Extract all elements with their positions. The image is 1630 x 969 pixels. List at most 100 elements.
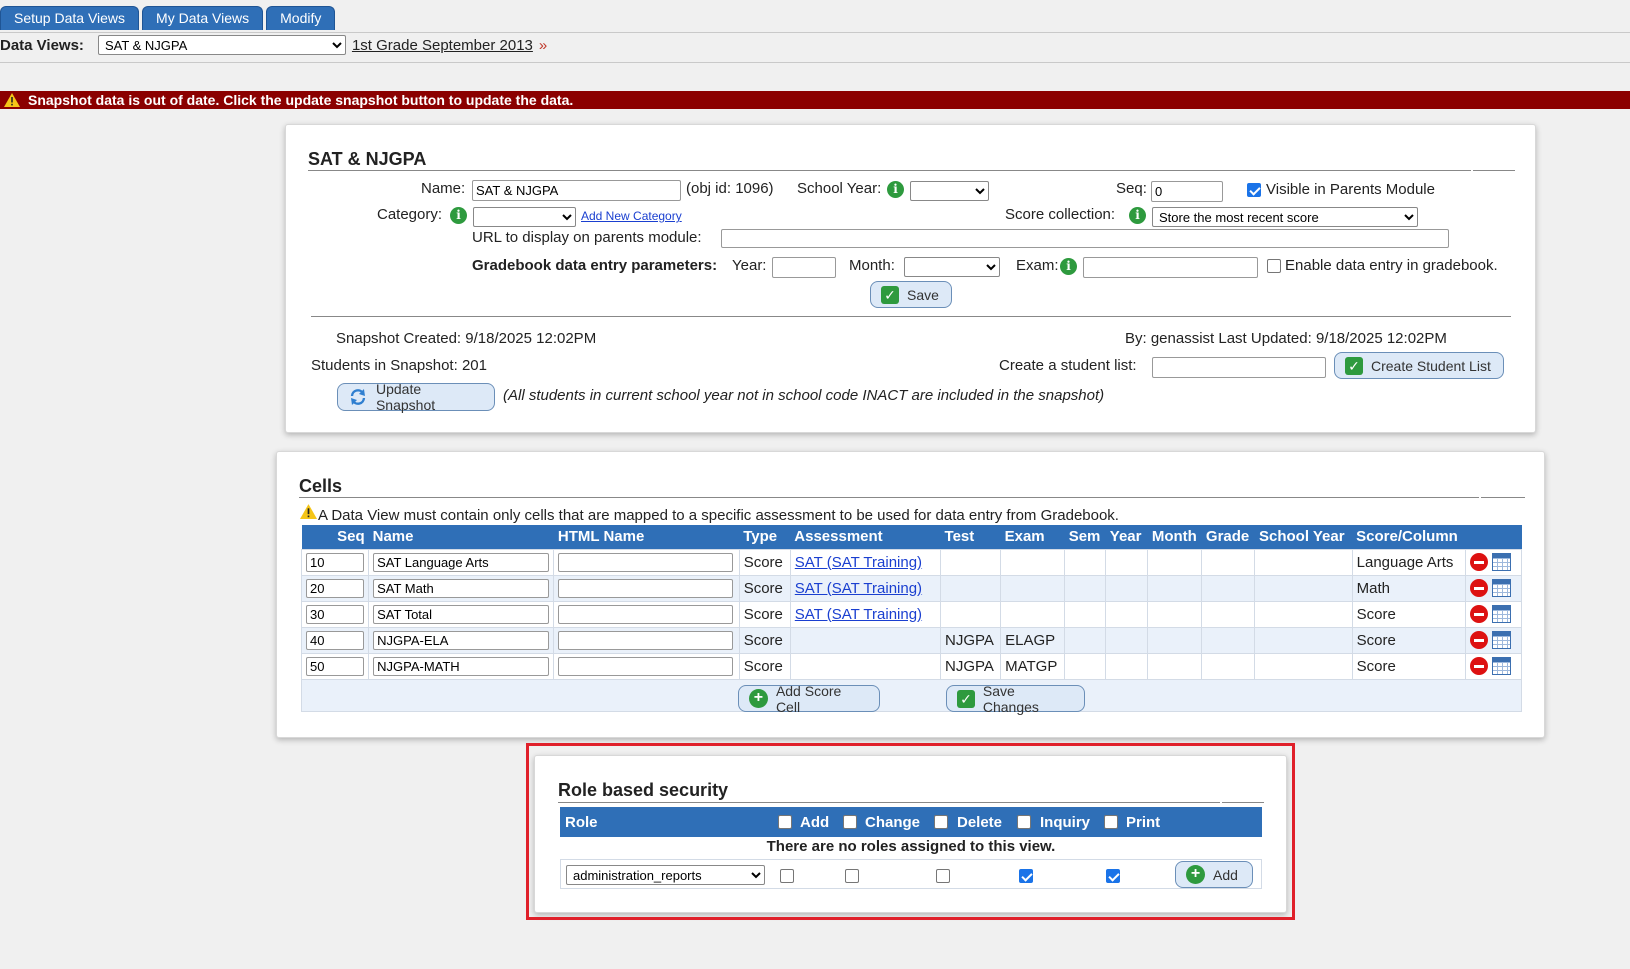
add-score-cell-button[interactable]: + Add Score Cell [738,683,880,715]
month-label: Month: [849,257,895,274]
col-sem: Sem [1064,525,1106,549]
table-header: Seq Name HTML Name Type Assessment Test … [301,525,1522,549]
save-changes-button[interactable]: ✓ Save Changes [946,683,1085,715]
calendar-icon[interactable] [1491,553,1511,572]
seq-label: Seq: [1116,180,1147,197]
table-footer-row [301,678,1522,712]
more-icon[interactable]: » [539,37,547,54]
name-field[interactable] [472,180,681,201]
col-school-year: School Year [1254,525,1353,549]
alert-text: Snapshot data is out of date. Click the … [28,92,574,108]
year-field[interactable] [772,257,836,278]
html-name-field[interactable] [558,604,734,624]
data-views-select[interactable]: SAT & NJGPA [97,35,346,55]
cells-warning: A Data View must contain only cells that… [318,507,1119,524]
tab-my-data-views[interactable]: My Data Views [142,6,264,30]
tab-modify[interactable]: Modify [266,6,336,30]
info-icon[interactable]: i [450,207,467,224]
divider [0,62,1630,63]
delete-icon[interactable] [1469,657,1488,676]
html-name-field[interactable] [558,578,734,598]
calendar-icon[interactable] [1491,605,1511,624]
calendar-icon[interactable] [1491,579,1511,598]
col-seq: Seq [301,525,369,549]
col-grade: Grade [1201,525,1255,549]
highlight-box [526,743,1295,920]
url-field[interactable] [721,229,1449,248]
seq-field[interactable] [306,656,364,676]
refresh-icon [350,389,366,405]
info-icon[interactable]: i [1060,258,1077,275]
enable-gradebook-label: Enable data entry in gradebook. [1285,257,1498,274]
score-column-cell: Score [1351,626,1466,654]
tab-setup-data-views[interactable]: Setup Data Views [0,6,140,30]
update-snapshot-button[interactable]: Update Snapshot [337,381,495,413]
cell-name-field[interactable] [373,656,550,676]
visible-parents-checkbox[interactable] [1247,181,1261,198]
delete-icon[interactable] [1469,605,1488,624]
calendar-icon[interactable] [1491,631,1511,650]
assessment-link[interactable]: SAT (SAT Training) [795,606,922,623]
type-cell: Score [738,652,791,680]
cell-name-field[interactable] [373,604,550,624]
table-row: Score NJGPA MATGP Score [300,652,1523,680]
delete-icon[interactable] [1469,579,1488,598]
score-collection-select[interactable]: Store the most recent score [1152,207,1418,227]
seq-field[interactable] [306,552,364,572]
seq-field[interactable] [306,630,364,650]
assessment-link[interactable]: SAT (SAT Training) [795,580,922,597]
month-select[interactable] [904,257,1000,277]
warning-icon [4,93,20,107]
cell-name-field[interactable] [373,552,550,572]
seq-field[interactable] [306,578,364,598]
exam-field[interactable] [1083,257,1258,278]
html-name-field[interactable] [558,630,734,650]
cells-table: Seq Name HTML Name Type Assessment Test … [300,525,1523,712]
col-exam: Exam [1000,525,1065,549]
data-view-link[interactable]: 1st Grade September 2013 [352,37,533,54]
create-student-list-button[interactable]: ✓ Create Student List [1334,352,1504,379]
name-label: Name: [421,180,466,197]
test-cell [940,574,1002,602]
student-list-field[interactable] [1152,357,1326,378]
seq-field[interactable] [306,604,364,624]
top-tabs: Setup Data Views My Data Views Modify [0,6,336,30]
html-name-field[interactable] [558,656,734,676]
col-name: Name [368,525,554,549]
out-of-date-alert: Snapshot data is out of date. Click the … [0,91,1630,109]
add-category-link[interactable]: Add New Category [581,209,682,223]
divider [0,32,1630,33]
score-column-cell: Language Arts [1351,548,1466,576]
table-row: Score SAT (SAT Training) Language Arts [300,548,1523,576]
seq-field[interactable] [1151,181,1223,202]
checkmark-icon: ✓ [957,689,975,708]
delete-icon[interactable] [1469,553,1488,572]
save-button[interactable]: ✓ Save [870,281,952,308]
exam-cell [1000,574,1066,602]
col-actions [1465,525,1522,549]
exam-cell [1000,600,1066,628]
visible-parents-label: Visible in Parents Module [1266,181,1435,198]
assessment-link[interactable]: SAT (SAT Training) [795,554,922,571]
url-label: URL to display on parents module: [472,229,702,246]
delete-icon[interactable] [1469,631,1488,650]
last-updated: By: genassist Last Updated: 9/18/2025 12… [1125,330,1447,347]
enable-gradebook-checkbox[interactable] [1267,257,1281,274]
school-year-select[interactable] [910,181,989,201]
type-cell: Score [738,574,791,602]
html-name-field[interactable] [558,552,734,572]
col-assessment: Assessment [790,525,941,549]
panel-title: Cells [299,476,343,496]
table-row: Score SAT (SAT Training) Score [300,600,1523,628]
gradebook-params-label: Gradebook data entry parameters: [472,257,718,274]
snapshot-note: (All students in current school year not… [503,387,1105,404]
info-icon[interactable]: i [887,181,904,198]
category-select[interactable] [473,207,576,227]
calendar-icon[interactable] [1491,657,1511,676]
checkmark-icon: ✓ [1345,356,1363,375]
cell-name-field[interactable] [373,578,550,598]
cell-name-field[interactable] [373,630,550,650]
obj-id: (obj id: 1096) [686,180,774,197]
col-type: Type [739,525,791,549]
info-icon[interactable]: i [1129,207,1146,224]
